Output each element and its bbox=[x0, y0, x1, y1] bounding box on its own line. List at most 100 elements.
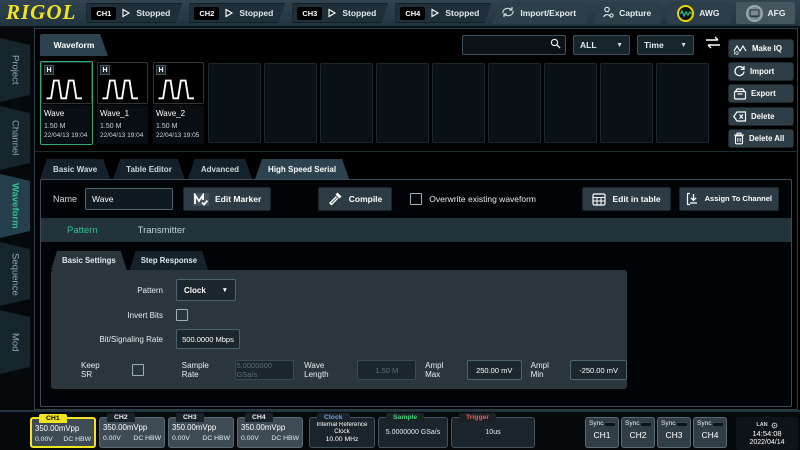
assign-to-channel-button[interactable]: Assign To Channel bbox=[679, 187, 779, 211]
tab-step-response[interactable]: Step Response bbox=[130, 251, 208, 270]
edit-marker-button[interactable]: Edit Marker bbox=[183, 187, 271, 211]
footer-sample-block[interactable]: Sample 5.0000000 GSa/s bbox=[378, 417, 448, 448]
chevron-down-icon: ▼ bbox=[680, 42, 687, 49]
search-box bbox=[462, 35, 566, 55]
overwrite-checkbox[interactable] bbox=[410, 193, 422, 205]
ampl-max-label: Ampl Max bbox=[425, 361, 459, 379]
channel-amplitude: 350.00mVpp bbox=[241, 423, 299, 432]
basic-settings-panel: Pattern Clock ▼ Invert Bits Bit/Signalin… bbox=[51, 270, 627, 389]
waveform-slot-empty bbox=[264, 63, 317, 143]
trash-icon bbox=[733, 132, 745, 145]
search-icon[interactable] bbox=[550, 36, 561, 54]
import-export-button[interactable]: Import/Export bbox=[491, 2, 586, 24]
tab-transmitter[interactable]: Transmitter bbox=[138, 225, 186, 236]
waveform-slot-empty bbox=[208, 63, 261, 143]
bit-rate-field[interactable]: 500.0000 Mbps bbox=[176, 329, 240, 349]
waveform-size: 1.50 M bbox=[156, 123, 202, 130]
waveform-slot-empty bbox=[544, 63, 597, 143]
editor-tabs: Basic Wave Table Editor Advanced High Sp… bbox=[40, 159, 797, 179]
sync-ch2-button[interactable]: Sync CH2 bbox=[621, 417, 655, 448]
waveform-item-wave[interactable]: H Wave 1.50 M 22/04/13 19:04 bbox=[40, 61, 93, 145]
waveform-name: Wave_2 bbox=[156, 109, 202, 118]
footer-trigger-block[interactable]: Trigger 10us bbox=[451, 417, 535, 448]
waveform-date: 22/04/13 19:04 bbox=[100, 132, 146, 139]
capture-icon bbox=[602, 6, 614, 20]
play-icon bbox=[121, 8, 131, 18]
sync-ch3-button[interactable]: Sync CH3 bbox=[657, 417, 691, 448]
awg-app-button[interactable]: AWG bbox=[667, 2, 729, 24]
sync-ch1-button[interactable]: Sync CH1 bbox=[585, 417, 619, 448]
invert-bits-label: Invert Bits bbox=[51, 311, 163, 320]
waveform-item-wave2[interactable]: H Wave_2 1.50 M 22/04/13 19:05 bbox=[152, 61, 205, 145]
pulse-waveform-icon bbox=[44, 75, 90, 103]
tab-high-speed-serial[interactable]: High Speed Serial bbox=[255, 159, 349, 179]
awg-application: RIGOL CH1 Stopped CH2 Stopped CH3 Stoppe… bbox=[0, 0, 800, 450]
sidebar-item-sequence[interactable]: Sequence bbox=[0, 242, 30, 306]
h-badge: H bbox=[44, 65, 54, 75]
tab-pattern[interactable]: Pattern bbox=[67, 225, 98, 236]
channel-status-ch1[interactable]: CH1 Stopped bbox=[86, 3, 182, 23]
sidebar-item-channel[interactable]: Channel bbox=[0, 106, 30, 170]
sidebar-item-waveform[interactable]: Waveform bbox=[0, 174, 30, 238]
channel-status-ch2[interactable]: CH2 Stopped bbox=[189, 3, 285, 23]
delete-button[interactable]: Delete bbox=[728, 107, 794, 126]
wave-length-field: 1.50 M bbox=[357, 360, 416, 380]
afg-app-button[interactable]: AFG bbox=[736, 2, 796, 24]
pulse-waveform-icon bbox=[100, 75, 146, 103]
pulse-waveform-icon bbox=[156, 75, 202, 103]
tab-basic-wave[interactable]: Basic Wave bbox=[40, 159, 110, 179]
footer-channel-ch3[interactable]: CH3 350.00mVpp 0.00V DC HBW bbox=[168, 417, 234, 448]
sync-group: Sync CH1 Sync CH2 Sync CH3 bbox=[585, 417, 727, 448]
channel-offset: 0.00V bbox=[172, 435, 190, 442]
waveform-slot-empty bbox=[656, 63, 709, 143]
pattern-label: Pattern bbox=[51, 286, 163, 295]
pattern-dropdown[interactable]: Clock ▼ bbox=[176, 279, 236, 301]
invert-bits-checkbox[interactable] bbox=[176, 309, 188, 321]
bit-rate-label: Bit/Signaling Rate bbox=[51, 335, 163, 344]
tab-advanced[interactable]: Advanced bbox=[188, 159, 252, 179]
tab-waveform-list[interactable]: Waveform bbox=[40, 34, 108, 56]
sidebar-item-project[interactable]: Project bbox=[0, 38, 30, 102]
footer-channel-ch1[interactable]: CH1 350.00mVpp 0.00V DC HBW bbox=[30, 417, 96, 448]
compile-button[interactable]: Compile bbox=[318, 187, 393, 211]
sample-rate-value: 5.0000000 GSa/s bbox=[386, 429, 441, 436]
sample-rate-field: 5.0000000 GSa/s bbox=[235, 360, 294, 380]
waveform-browser: Waveform ALL ▼ Time ▼ bbox=[35, 34, 797, 152]
chevron-down-icon: ▼ bbox=[616, 42, 623, 49]
browser-actions: IQ Make IQ Import Export Delete De bbox=[728, 39, 794, 148]
import-export-icon bbox=[501, 6, 515, 20]
waveform-name-input[interactable] bbox=[85, 188, 173, 210]
capture-button[interactable]: Capture bbox=[592, 2, 661, 24]
ampl-min-field[interactable]: -250.00 mV bbox=[570, 360, 627, 380]
waveform-thumbnail: H bbox=[97, 62, 148, 104]
edit-in-table-button[interactable]: Edit in table bbox=[582, 187, 670, 211]
waveform-item-wave1[interactable]: H Wave_1 1.50 M 22/04/13 19:04 bbox=[96, 61, 149, 145]
export-button[interactable]: Export bbox=[728, 84, 794, 103]
footer-clock-block[interactable]: Clock Internal Reference Clock 10.00 MHz bbox=[309, 417, 375, 448]
assign-download-icon bbox=[686, 192, 699, 206]
channel-status-ch4[interactable]: CH4 Stopped bbox=[395, 3, 491, 23]
ampl-min-label: Ampl Min bbox=[531, 361, 563, 379]
tab-basic-settings[interactable]: Basic Settings bbox=[51, 251, 127, 270]
sort-direction-button[interactable] bbox=[701, 35, 725, 55]
waveform-list: H Wave 1.50 M 22/04/13 19:04 H bbox=[40, 61, 725, 145]
keep-sr-checkbox[interactable] bbox=[132, 364, 143, 376]
type-filter-dropdown[interactable]: ALL ▼ bbox=[573, 35, 630, 55]
import-button[interactable]: Import bbox=[728, 62, 794, 81]
settings-tabs: Basic Settings Step Response bbox=[51, 251, 791, 270]
channel-status-ch3[interactable]: CH3 Stopped bbox=[292, 3, 388, 23]
delete-all-button[interactable]: Delete All bbox=[728, 129, 794, 148]
sidebar-item-mod[interactable]: Mod bbox=[0, 310, 30, 374]
sync-ch4-button[interactable]: Sync CH4 bbox=[693, 417, 727, 448]
trigger-value: 10us bbox=[485, 429, 500, 436]
play-icon bbox=[327, 8, 337, 18]
table-icon bbox=[592, 193, 606, 206]
sort-filter-dropdown[interactable]: Time ▼ bbox=[637, 35, 694, 55]
make-iq-button[interactable]: IQ Make IQ bbox=[728, 39, 794, 58]
ampl-max-field[interactable]: 250.00 mV bbox=[467, 360, 522, 380]
footer-channel-ch2[interactable]: CH2 350.00mVpp 0.00V DC HBW bbox=[99, 417, 165, 448]
footer-channel-ch4[interactable]: CH4 350.00mVpp 0.00V DC HBW bbox=[237, 417, 303, 448]
tab-table-editor[interactable]: Table Editor bbox=[113, 159, 185, 179]
search-input[interactable] bbox=[467, 41, 550, 50]
channel-mode: DC HBW bbox=[63, 436, 91, 443]
